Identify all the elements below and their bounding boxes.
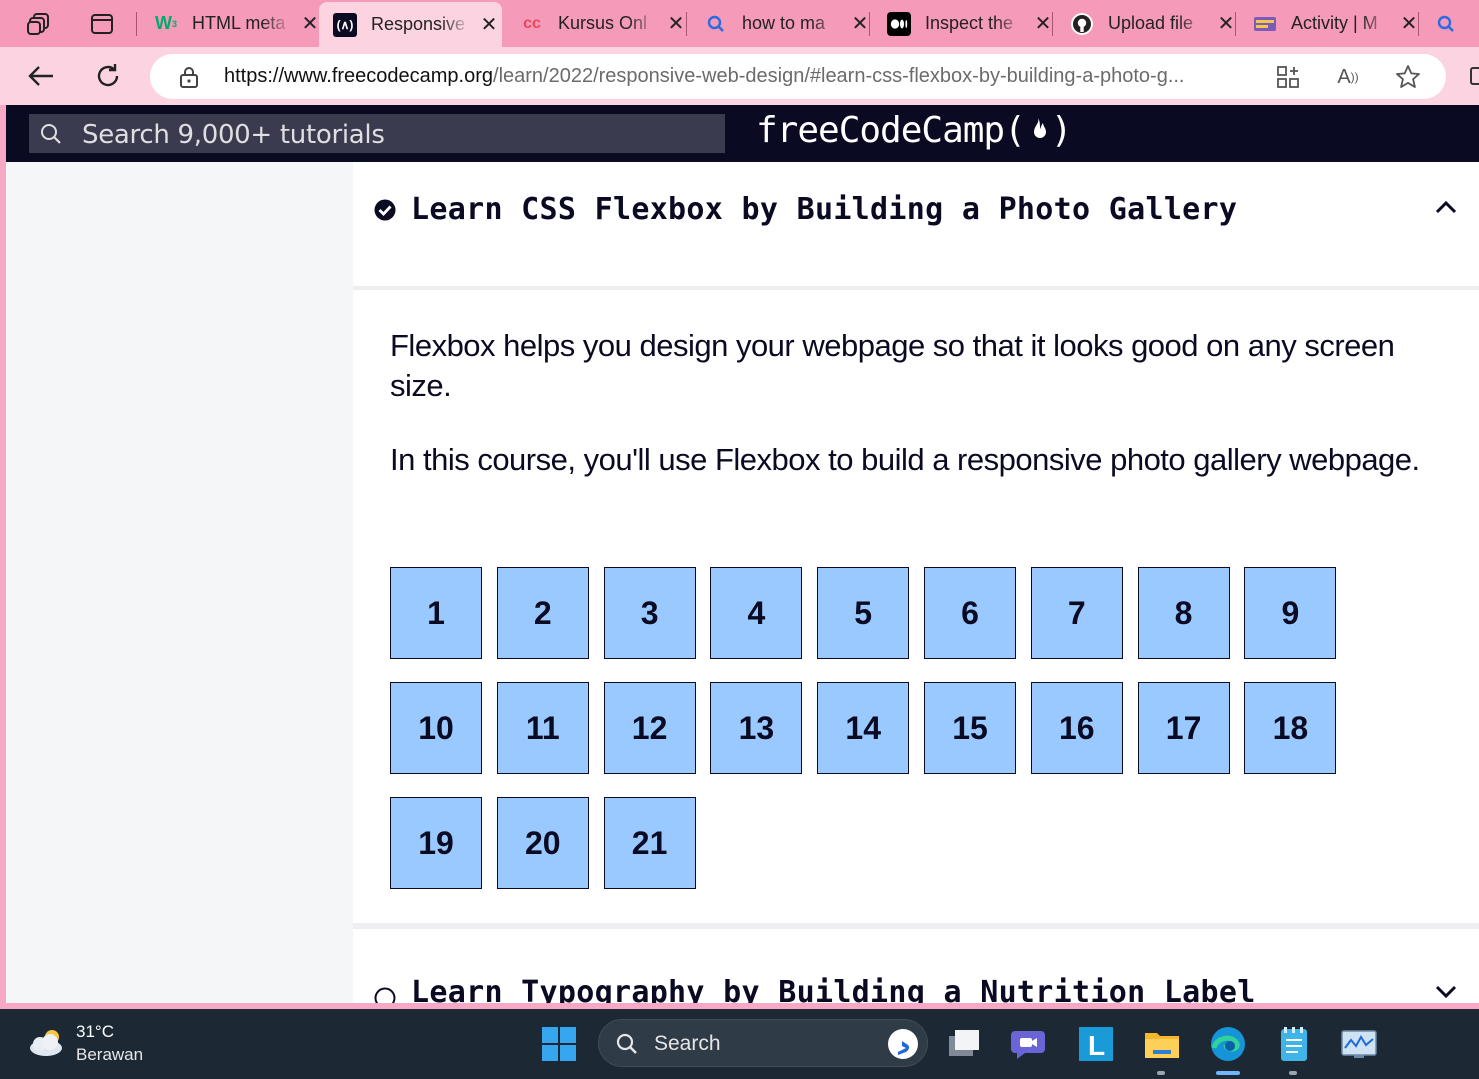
- teams-chat-icon[interactable]: [1007, 1023, 1049, 1065]
- chevron-up-icon[interactable]: [1435, 200, 1457, 219]
- webpage: Search 9,000+ tutorials freeCodeCamp( ) …: [6, 105, 1479, 1003]
- file-explorer-icon[interactable]: [1141, 1023, 1183, 1075]
- block-header-typography[interactable]: Learn Typography by Building a Nutrition…: [353, 929, 1479, 1003]
- block-header-flexbox[interactable]: Learn CSS Flexbox by Building a Photo Ga…: [353, 162, 1479, 286]
- step-button-14[interactable]: 14: [817, 682, 910, 774]
- chevron-down-icon[interactable]: [1435, 985, 1457, 1003]
- address-bar-row: https://www.freecodecamp.org/learn/2022/…: [0, 47, 1479, 105]
- codepolitan-icon: cc: [523, 14, 541, 32]
- svg-text:L: L: [1088, 1030, 1105, 1061]
- notepad-icon[interactable]: [1273, 1023, 1315, 1075]
- step-button-16[interactable]: 16: [1030, 682, 1123, 774]
- close-tab-icon[interactable]: ✕: [666, 11, 686, 36]
- workspaces-icon[interactable]: [25, 10, 53, 38]
- step-button-21[interactable]: 21: [603, 797, 696, 889]
- curriculum-content: Learn CSS Flexbox by Building a Photo Ga…: [353, 162, 1479, 1003]
- url-text: https://www.freecodecamp.org/learn/2022/…: [224, 65, 1185, 87]
- fcc-navbar: Search 9,000+ tutorials freeCodeCamp( ): [6, 105, 1479, 162]
- app-available-icon[interactable]: [1274, 63, 1302, 91]
- tab-how-to-make[interactable]: how to ma ✕: [690, 3, 870, 44]
- step-button-6[interactable]: 6: [923, 567, 1016, 659]
- fcc-logo[interactable]: freeCodeCamp( ): [756, 110, 1072, 151]
- activity-icon: [1253, 12, 1277, 36]
- weather-condition: Berawan: [76, 1045, 144, 1064]
- step-button-5[interactable]: 5: [817, 567, 910, 659]
- close-tab-icon[interactable]: ✕: [1033, 11, 1053, 36]
- step-button-12[interactable]: 12: [603, 682, 696, 774]
- step-button-13[interactable]: 13: [710, 682, 803, 774]
- close-tab-icon[interactable]: ✕: [1216, 11, 1236, 36]
- close-tab-icon[interactable]: ✕: [1399, 11, 1419, 36]
- step-button-15[interactable]: 15: [923, 682, 1016, 774]
- close-tab-icon[interactable]: ✕: [300, 11, 320, 36]
- step-button-17[interactable]: 17: [1137, 682, 1230, 774]
- step-grid: 1 2 3 4 5 6 7 8 9 10 11 12 13 14 15 16 17 18 19 20 21: [390, 567, 1441, 889]
- weather-widget[interactable]: 31°C Berawan: [26, 1021, 143, 1067]
- block-title: Learn Typography by Building a Nutrition…: [411, 975, 1256, 1003]
- tab-inspect[interactable]: Inspect the ✕: [873, 3, 1053, 44]
- tab-activity[interactable]: Activity | M ✕: [1239, 3, 1419, 44]
- step-button-11[interactable]: 11: [496, 682, 589, 774]
- tab-responsive[interactable]: (∧) Responsive ✕: [319, 2, 502, 47]
- split-screen-icon[interactable]: [1470, 67, 1479, 85]
- windows-start-icon[interactable]: [541, 1026, 577, 1067]
- search-input[interactable]: Search 9,000+ tutorials: [29, 114, 725, 153]
- tab-kursus-online[interactable]: cc Kursus Onl ✕: [506, 3, 686, 44]
- task-view-icon[interactable]: [943, 1023, 985, 1065]
- w3-icon: W3: [154, 13, 177, 33]
- step-button-4[interactable]: 4: [710, 567, 803, 659]
- search-icon: [704, 12, 728, 36]
- github-icon: [1070, 12, 1094, 36]
- search-icon[interactable]: [1432, 10, 1460, 38]
- step-button-18[interactable]: 18: [1244, 682, 1337, 774]
- back-button[interactable]: [24, 59, 58, 93]
- refresh-button[interactable]: [91, 59, 125, 93]
- check-circle-icon: [374, 199, 396, 226]
- freecodecamp-icon: (∧): [333, 12, 357, 37]
- circle-icon: [374, 987, 396, 1003]
- step-button-8[interactable]: 8: [1137, 567, 1230, 659]
- search-icon: [615, 1032, 639, 1061]
- edge-browser-icon[interactable]: [1207, 1023, 1249, 1075]
- read-aloud-icon[interactable]: A)): [1334, 63, 1362, 91]
- block-body: Flexbox helps you design your webpage so…: [353, 290, 1479, 923]
- tab-upload-file[interactable]: Upload file ✕: [1056, 3, 1236, 44]
- cloud-icon: [26, 1026, 68, 1063]
- address-field[interactable]: https://www.freecodecamp.org/learn/2022/…: [150, 54, 1446, 99]
- windows-taskbar: 31°C Berawan Search L: [0, 1009, 1479, 1079]
- favorite-star-icon[interactable]: [1394, 63, 1422, 91]
- sidebar: [6, 162, 353, 1003]
- performance-monitor-icon[interactable]: [1338, 1023, 1380, 1065]
- step-button-9[interactable]: 9: [1244, 567, 1337, 659]
- block-title: Learn CSS Flexbox by Building a Photo Ga…: [411, 192, 1238, 227]
- block-intro-1: Flexbox helps you design your webpage so…: [390, 328, 1395, 403]
- lumi-app-icon[interactable]: L: [1075, 1023, 1117, 1065]
- block-intro-2: In this course, you'll use Flexbox to bu…: [390, 442, 1420, 477]
- browser-tab-bar: W3 HTML meta ✕ (∧) Responsive ✕ cc Kursu…: [0, 0, 1479, 47]
- step-button-10[interactable]: 10: [390, 682, 482, 774]
- step-button-20[interactable]: 20: [496, 797, 589, 889]
- step-button-19[interactable]: 19: [390, 797, 482, 889]
- close-tab-icon[interactable]: ✕: [479, 12, 499, 37]
- medium-icon: [887, 11, 911, 36]
- search-placeholder: Search 9,000+ tutorials: [82, 120, 385, 150]
- step-button-3[interactable]: 3: [603, 567, 696, 659]
- temperature: 31°C: [76, 1022, 114, 1041]
- bing-icon[interactable]: [887, 1028, 919, 1065]
- lock-icon[interactable]: [178, 66, 200, 93]
- close-tab-icon[interactable]: ✕: [850, 11, 870, 36]
- tab-html-meta[interactable]: W3 HTML meta ✕: [140, 3, 320, 44]
- search-icon: [39, 122, 63, 151]
- flame-icon: [1027, 116, 1049, 146]
- taskbar-search[interactable]: Search: [598, 1019, 928, 1067]
- step-button-7[interactable]: 7: [1030, 567, 1123, 659]
- step-button-1[interactable]: 1: [390, 567, 482, 659]
- step-button-2[interactable]: 2: [496, 567, 589, 659]
- tab-actions-icon[interactable]: [88, 10, 116, 38]
